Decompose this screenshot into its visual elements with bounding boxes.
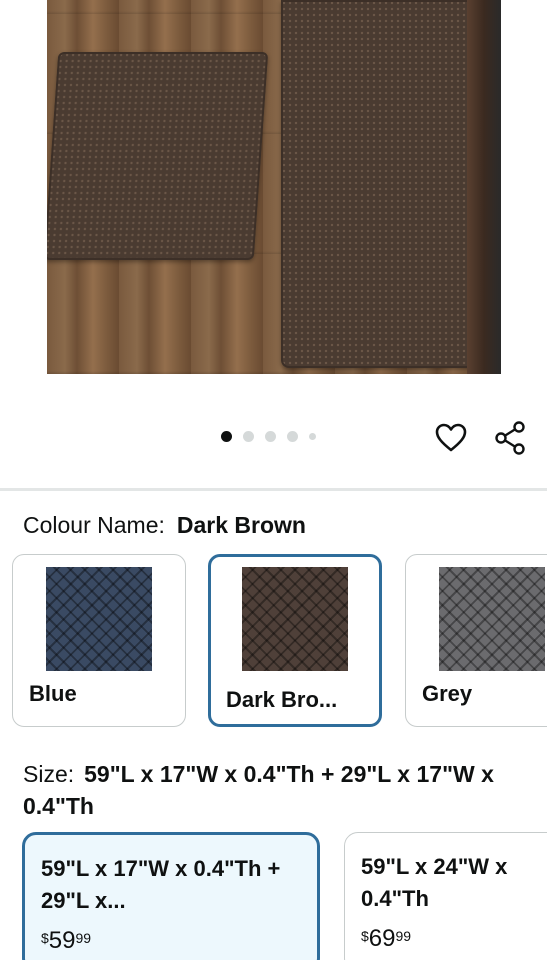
price-fraction: 99 (395, 928, 412, 944)
size-row: Size: 59"L x 17"W x 0.4"Th + 29"L x 17"W … (23, 758, 523, 822)
product-photo[interactable] (47, 0, 501, 374)
colour-name-label: Colour Name: (23, 512, 165, 538)
colour-swatch-list[interactable]: Blue Dark Bro... Grey (12, 554, 547, 728)
size-option-price: $59 99 (41, 927, 301, 955)
colour-option-blue[interactable]: Blue (12, 554, 186, 727)
swatch-label: Blue (29, 681, 77, 706)
size-option-combo[interactable]: 59"L x 17"W x 0.4"Th + 29"L x... $59 99 (22, 832, 320, 960)
colour-name-row: Colour Name: Dark Brown (23, 512, 306, 539)
carousel-indicator (221, 431, 316, 442)
price-fraction: 99 (75, 930, 92, 946)
carousel-dot-3[interactable] (265, 431, 276, 442)
carousel-dot-1[interactable] (221, 431, 232, 442)
price-whole: 69 (368, 925, 396, 952)
kitchen-mat-small (47, 52, 269, 260)
price-symbol: $ (361, 928, 369, 944)
heart-icon (435, 423, 467, 452)
price-whole: 59 (48, 927, 76, 954)
favorite-button[interactable] (434, 421, 468, 455)
section-divider (0, 488, 547, 491)
size-option-list[interactable]: 59"L x 17"W x 0.4"Th + 29"L x... $59 99 5… (22, 832, 547, 960)
colour-name-value: Dark Brown (176, 512, 306, 538)
size-label: Size: (23, 761, 75, 787)
colour-option-dark-brown[interactable]: Dark Bro... (208, 554, 382, 727)
size-option-name: 59"L x 17"W x 0.4"Th + 29"L x... (41, 856, 281, 913)
carousel-dot-2[interactable] (243, 431, 254, 442)
share-button[interactable] (493, 421, 527, 455)
carousel-dot-5[interactable] (309, 433, 316, 440)
carousel-dot-4[interactable] (287, 431, 298, 442)
share-icon (495, 421, 525, 455)
size-option-59x24[interactable]: 59"L x 24"W x 0.4"Th $69 99 (344, 832, 547, 960)
price-symbol: $ (41, 930, 49, 946)
swatch-thumbnail (242, 567, 348, 671)
swatch-thumbnail (46, 567, 152, 671)
swatch-thumbnail (439, 567, 545, 671)
colour-option-grey[interactable]: Grey (405, 554, 547, 727)
size-value: 59"L x 17"W x 0.4"Th + 29"L x 17"W x 0.4… (23, 761, 494, 819)
swatch-label: Dark Bro... (226, 687, 338, 712)
product-image-carousel[interactable] (0, 0, 547, 378)
size-option-price: $69 99 (361, 925, 547, 953)
size-option-name: 59"L x 24"W x 0.4"Th (361, 854, 508, 911)
swatch-label: Grey (422, 681, 473, 706)
cabinet-edge (467, 0, 501, 374)
